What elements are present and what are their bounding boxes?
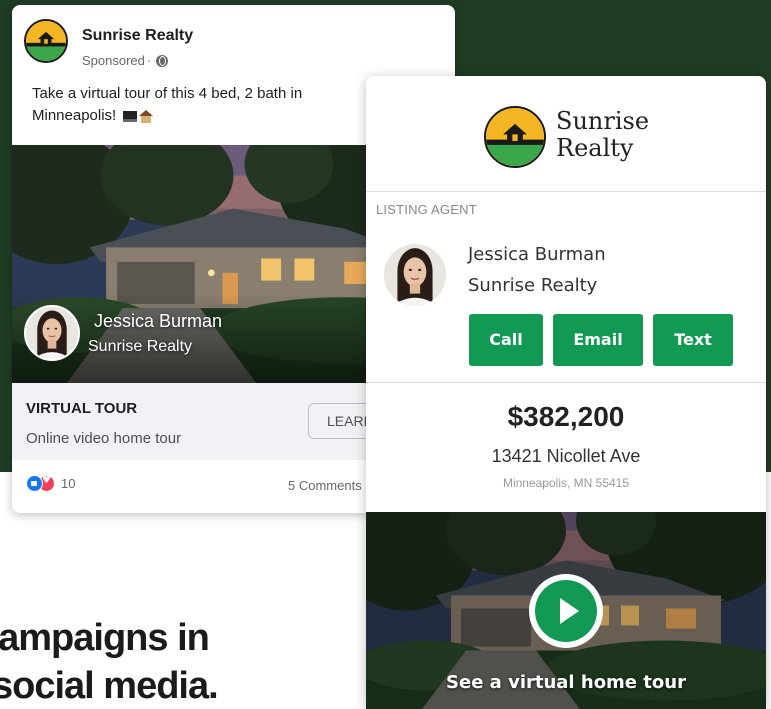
email-button[interactable]: Email (553, 314, 643, 366)
like-icon (26, 475, 43, 492)
page-name[interactable]: Sunrise Realty (82, 27, 193, 45)
text-button[interactable]: Text (653, 314, 733, 366)
listing-street: 13421 Nicollet Ave (491, 446, 641, 466)
house-emoji-icon (139, 109, 154, 123)
headline-line2: social media. (0, 665, 219, 707)
sunrise-realty-logo[interactable] (24, 19, 68, 63)
reactions-summary[interactable]: 10 (26, 475, 75, 492)
sponsored-label: Sponsored · (82, 53, 169, 68)
laptop-emoji-icon (123, 110, 138, 122)
sunrise-realty-logo (484, 106, 546, 168)
agent-name: Jessica Burman (94, 311, 223, 331)
agent-avatar (24, 305, 80, 361)
listing-landing-panel: Sunrise Realty LISTING AGENT Jessica Bur… (366, 76, 766, 709)
agent-company: Sunrise Realty (468, 275, 598, 296)
reaction-count: 10 (61, 476, 76, 491)
brand-name-line2: Realty (556, 134, 634, 162)
ad-caption: Take a virtual tour of this 4 bed, 2 bat… (32, 83, 362, 127)
section-label: LISTING AGENT (376, 202, 477, 217)
divider (366, 382, 766, 383)
headline-line1: campaigns in (0, 617, 210, 659)
brand-name-line1: Sunrise (556, 107, 650, 135)
agent-name: Jessica Burman (468, 244, 606, 265)
play-icon[interactable] (529, 574, 603, 648)
globe-icon (156, 54, 169, 67)
listing-city: Minneapolis, MN 55415 (502, 476, 630, 490)
agent-company: Sunrise Realty (88, 338, 193, 355)
brand-name: Sunrise Realty (556, 108, 649, 162)
headline: campaigns in social media. (0, 614, 300, 709)
listing-price: $382,200 (507, 401, 625, 432)
ad-header: Sunrise Realty Sponsored · (24, 19, 443, 69)
comments-link[interactable]: 5 Comments (288, 478, 362, 493)
video-caption: See a virtual home tour (446, 672, 686, 693)
cta-title: VIRTUAL TOUR (26, 400, 138, 417)
call-button[interactable]: Call (469, 314, 543, 366)
cta-subtitle: Online video home tour (26, 430, 182, 447)
ad-caption-text: Take a virtual tour of this 4 bed, 2 bat… (32, 85, 303, 124)
sponsored-separator: · (146, 53, 152, 68)
divider (366, 191, 766, 192)
virtual-tour-video[interactable]: See a virtual home tour (366, 512, 766, 709)
sponsored-text: Sponsored (82, 53, 145, 68)
agent-avatar (384, 244, 446, 306)
